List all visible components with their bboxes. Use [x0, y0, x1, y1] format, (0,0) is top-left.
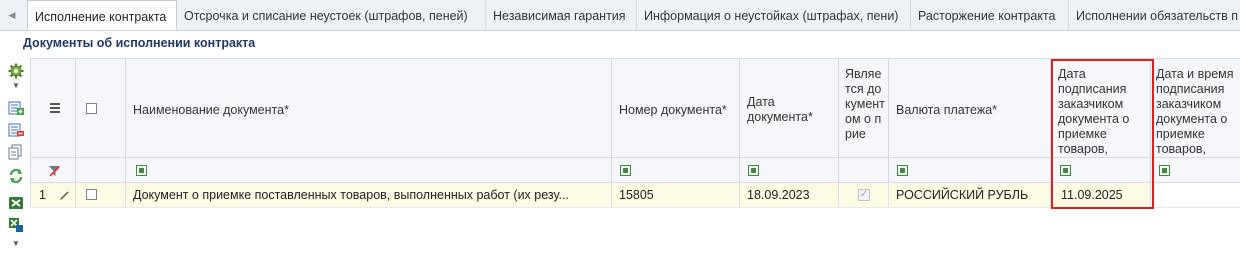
- column-header-label: Дата документа*: [747, 95, 813, 124]
- table-row-number[interactable]: 1: [30, 183, 76, 208]
- copy-row-icon[interactable]: [6, 143, 26, 161]
- tab-independent-guarantee[interactable]: Независимая гарантия: [486, 0, 637, 30]
- excel-import-icon[interactable]: [6, 216, 26, 234]
- filter-icon[interactable]: [1060, 165, 1071, 176]
- documents-grid: Наименование документа* Номер документа*…: [30, 58, 1240, 208]
- row-cell-doc-date[interactable]: 18.09.2023: [740, 183, 839, 208]
- filter-cell-doc-date: [740, 158, 839, 183]
- filter-icon[interactable]: [748, 165, 759, 176]
- clear-filter-icon[interactable]: [48, 164, 61, 177]
- add-row-icon[interactable]: [6, 99, 26, 117]
- column-header-label: Дата и время подписания заказчиком докум…: [1156, 67, 1234, 156]
- filter-cell-sign-datetime: [1151, 158, 1240, 183]
- acceptance-checkbox-checked: ✓: [858, 189, 870, 201]
- filter-cell-sign-date: [1051, 158, 1151, 183]
- tab-penalties-info[interactable]: Информация о неустойках (штрафах, пени): [637, 0, 911, 30]
- edit-pencil-icon[interactable]: [59, 190, 70, 201]
- row-cell-doc-name[interactable]: Документ о приемке поставленных товаров,…: [126, 183, 612, 208]
- column-menu-icon[interactable]: [50, 103, 60, 113]
- row-number: 1: [39, 188, 46, 202]
- row-cell-doc-number[interactable]: 15805: [612, 183, 740, 208]
- tab-obligations-execution[interactable]: Исполнении обязательств п: [1069, 0, 1240, 30]
- column-header-label: Дата подписания заказчиком документа о п…: [1058, 67, 1130, 156]
- column-header-sign-datetime[interactable]: Дата и время подписания заказчиком докум…: [1151, 58, 1240, 158]
- row-cell-sign-date[interactable]: 11.09.2025: [1051, 183, 1151, 208]
- row-cell-currency[interactable]: РОССИЙСКИЙ РУБЛЬ: [889, 183, 1051, 208]
- filter-icon[interactable]: [1159, 165, 1170, 176]
- filter-cell-doc-number: [612, 158, 740, 183]
- column-header-is-acceptance[interactable]: Является документом о прие: [839, 58, 889, 158]
- tab-deferral-penalties[interactable]: Отсрочка и списание неустоек (штрафов, п…: [177, 0, 486, 30]
- row-cell-is-acceptance: ✓: [839, 183, 889, 208]
- column-header-label: Валюта платежа*: [896, 103, 998, 117]
- row-select-cell: [76, 183, 126, 208]
- filter-cell-currency: [889, 158, 1051, 183]
- filter-icon[interactable]: [620, 165, 631, 176]
- column-header-doc-number[interactable]: Номер документа*: [612, 58, 740, 158]
- refresh-icon[interactable]: [6, 167, 26, 185]
- filter-cell-select: [76, 158, 126, 183]
- tab-contract-termination[interactable]: Расторжение контракта: [911, 0, 1069, 30]
- column-header-label: Является документом о прие: [845, 67, 885, 141]
- filter-icon[interactable]: [136, 165, 147, 176]
- column-menu-cell: [30, 58, 76, 158]
- delete-row-icon[interactable]: [6, 121, 26, 139]
- section-title: Документы об исполнении контракта: [23, 36, 256, 50]
- settings-gear-icon[interactable]: [6, 62, 26, 80]
- select-all-cell: [76, 58, 126, 158]
- column-header-label: Наименование документа*: [133, 103, 289, 117]
- excel-export-icon[interactable]: [6, 194, 26, 212]
- filter-cell-doc-name: [126, 158, 612, 183]
- filter-icon[interactable]: [897, 165, 908, 176]
- column-header-label: Номер документа*: [619, 103, 727, 117]
- tab-contract-execution[interactable]: Исполнение контракта: [27, 0, 177, 30]
- filter-cell-is-acceptance: [839, 158, 889, 183]
- excel-dropdown-caret-icon[interactable]: ▼: [10, 240, 22, 248]
- row-select-checkbox[interactable]: [86, 189, 97, 200]
- row-cell-sign-datetime[interactable]: [1151, 183, 1240, 208]
- column-header-doc-date[interactable]: Дата документа*: [740, 58, 839, 158]
- column-header-doc-name[interactable]: Наименование документа*: [126, 58, 612, 158]
- column-header-currency[interactable]: Валюта платежа*: [889, 58, 1051, 158]
- column-header-sign-date[interactable]: Дата подписания заказчиком документа о п…: [1051, 58, 1151, 158]
- tab-scroll-left-icon[interactable]: ◀: [0, 0, 24, 30]
- settings-dropdown-caret-icon[interactable]: ▼: [10, 82, 22, 90]
- tab-strip: ◀ Исполнение контракта Отсрочка и списан…: [0, 0, 1240, 31]
- clear-filter-cell: [30, 158, 76, 183]
- select-all-checkbox[interactable]: [86, 103, 97, 114]
